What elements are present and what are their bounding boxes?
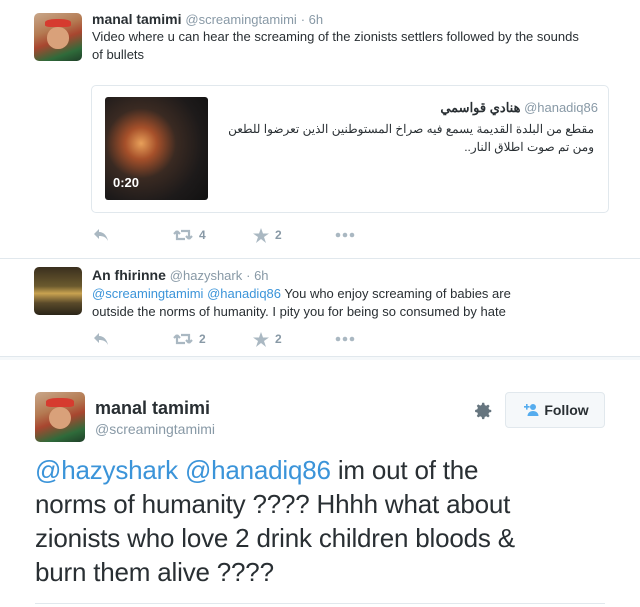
author-name[interactable]: manal tamimi [95, 398, 210, 419]
tweet-text: Video where u can hear the screaming of … [92, 29, 579, 62]
tweet-2[interactable]: An fhirinne @hazyshark · 6h @screamingta… [0, 259, 640, 356]
mention-link[interactable]: @screamingtamimi [92, 286, 203, 301]
retweet-count: 4 [199, 228, 206, 242]
tweet-text: @screamingtamimi @hanadiq86 You who enjo… [92, 285, 622, 321]
quoted-author-handle: @hanadiq86 [524, 100, 598, 115]
tweet-author[interactable]: An fhirinne @hazyshark · 6h [92, 267, 269, 283]
tweet-text-part: outside the norms of humanity. I pity yo… [92, 304, 506, 319]
tweet-time[interactable]: · 6h [301, 12, 323, 27]
reply-button[interactable] [93, 332, 173, 346]
author-handle: @hazyshark [169, 268, 243, 283]
quoted-tweet-card[interactable]: 0:20 هنادي قواسمي @hanadiq86 مقطع من الب… [91, 85, 609, 213]
favorite-count: 2 [275, 228, 282, 242]
star-icon [253, 331, 269, 347]
author-handle[interactable]: @screamingtamimi [95, 421, 215, 437]
reply-icon [94, 229, 108, 241]
favorite-button[interactable]: 2 [253, 331, 335, 347]
expanded-tweet-text: @hazyshark @hanadiq86 im out of the norm… [35, 453, 625, 589]
more-icon [335, 232, 355, 238]
favorite-count: 2 [275, 332, 282, 346]
tweet-actions: 4 2 [93, 225, 355, 245]
retweet-count: 2 [199, 332, 206, 346]
video-thumbnail[interactable]: 0:20 [105, 97, 208, 200]
retweet-button[interactable]: 4 [173, 228, 253, 242]
author-name: An fhirinne [92, 267, 166, 283]
retweet-icon [173, 229, 193, 241]
retweet-icon [173, 333, 193, 345]
add-user-icon [524, 404, 539, 416]
follow-label: Follow [544, 402, 589, 418]
star-icon [253, 227, 269, 243]
avatar[interactable] [34, 13, 82, 61]
tweet-actions: 2 2 [93, 329, 355, 349]
divider [35, 603, 605, 604]
more-button[interactable] [335, 336, 355, 342]
tweet-author[interactable]: manal tamimi @screamingtamimi · 6h [92, 11, 323, 27]
video-duration: 0:20 [113, 175, 140, 190]
avatar[interactable] [35, 392, 85, 442]
tweet-text-part: zionists who love 2 drink children blood… [35, 523, 515, 553]
tweet-text-part: im out of the [330, 455, 479, 485]
tweet-text-part: You who enjoy screaming of babies are [281, 286, 511, 301]
author-name: manal tamimi [92, 11, 182, 27]
tweet-1[interactable]: manal tamimi @screamingtamimi · 6h Video… [0, 0, 640, 258]
mention-link[interactable]: @hazyshark [35, 455, 178, 485]
quoted-author[interactable]: هنادي قواسمي @hanadiq86 [440, 100, 598, 116]
mention-link[interactable]: @hanadiq86 [185, 455, 331, 485]
retweet-button[interactable]: 2 [173, 332, 253, 346]
mention-link[interactable]: @hanadiq86 [207, 286, 281, 301]
more-button[interactable] [335, 232, 355, 238]
tweet-time[interactable]: · 6h [246, 268, 268, 283]
tweet-text-part: burn them alive ???? [35, 557, 274, 587]
quoted-tweet-text: مقطع من البلدة القديمة يسمع فيه صراخ الم… [228, 122, 594, 154]
tweet-text-part: norms of humanity ???? Hhhh what about [35, 489, 511, 519]
gear-icon[interactable] [472, 400, 494, 422]
avatar[interactable] [34, 267, 82, 315]
reply-button[interactable] [93, 228, 173, 242]
favorite-button[interactable]: 2 [253, 227, 335, 243]
author-handle: @screamingtamimi [185, 12, 297, 27]
reply-icon [94, 333, 108, 345]
quoted-author-name: هنادي قواسمي [440, 100, 521, 115]
more-icon [335, 336, 355, 342]
follow-button[interactable]: Follow [505, 392, 605, 428]
